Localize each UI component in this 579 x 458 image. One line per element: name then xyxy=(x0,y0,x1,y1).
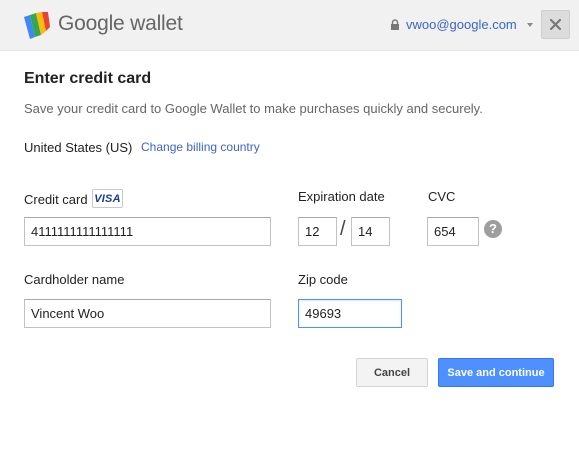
visa-card-icon: VISA xyxy=(92,189,123,208)
save-and-continue-button[interactable]: Save and continue xyxy=(438,358,554,387)
expiration-date-label: Expiration date xyxy=(298,189,385,204)
page-subtitle: Save your credit card to Google Wallet t… xyxy=(24,101,483,116)
account-email: vwoo@google.com xyxy=(406,17,517,32)
expiration-separator: / xyxy=(340,218,346,240)
cancel-button[interactable]: Cancel xyxy=(356,358,428,387)
help-icon[interactable]: ? xyxy=(484,220,502,238)
cvc-label: CVC xyxy=(428,189,456,204)
account-menu[interactable]: vwoo@google.com xyxy=(390,17,533,32)
chevron-down-icon xyxy=(526,23,533,27)
lock-icon xyxy=(391,19,399,30)
logo-text: Google wallet xyxy=(58,12,183,35)
page-title: Enter credit card xyxy=(24,70,152,87)
close-button[interactable] xyxy=(541,10,570,39)
cvc-input[interactable] xyxy=(427,217,479,246)
billing-country: United States (US) xyxy=(24,140,133,155)
google-wallet-logo-icon xyxy=(24,12,50,39)
credit-card-label: Credit card xyxy=(24,192,88,207)
expiration-year-input[interactable] xyxy=(351,217,390,246)
header-bar: Google wallet vwoo@google.com xyxy=(0,0,579,51)
expiration-month-input[interactable] xyxy=(298,217,337,246)
visa-brand-text: VISA xyxy=(94,192,121,205)
cardholder-name-input[interactable] xyxy=(24,299,271,328)
close-icon xyxy=(550,19,561,30)
zip-code-label: Zip code xyxy=(298,272,348,287)
change-billing-country-link[interactable]: Change billing country xyxy=(141,140,260,154)
credit-card-number-input[interactable] xyxy=(24,217,271,246)
zip-code-input[interactable] xyxy=(298,299,402,328)
cardholder-name-label: Cardholder name xyxy=(24,272,125,287)
